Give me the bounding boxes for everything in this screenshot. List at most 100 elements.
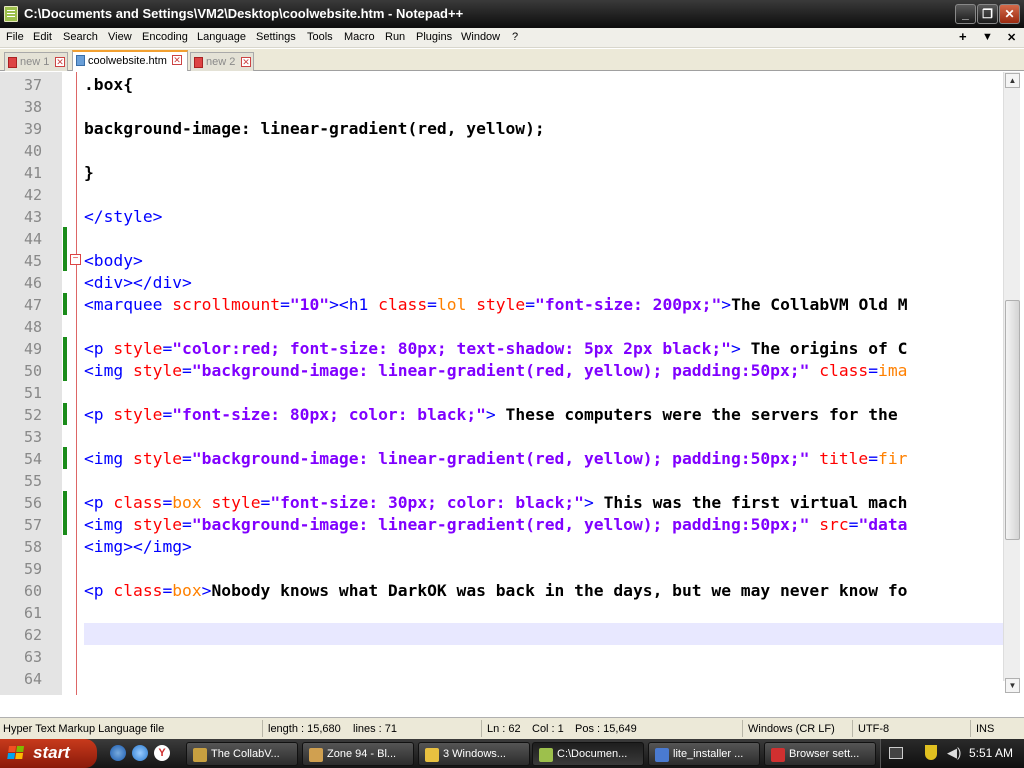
code-line[interactable]: 60 <p class=box>Nobody knows what DarkOK … — [0, 579, 1003, 601]
status-encoding: UTF-8 — [858, 723, 890, 735]
code-line[interactable]: 38 — [0, 95, 1003, 117]
code-line[interactable]: 40 — [0, 139, 1003, 161]
line-code[interactable]: .box{ — [84, 75, 133, 94]
menu-file[interactable]: File — [6, 31, 24, 43]
code-editor[interactable]: 37 .box{38 39 background-image: linear-grad… — [0, 72, 1024, 695]
line-code[interactable]: <img style="background-image: linear-gra… — [84, 449, 907, 468]
tab-coolwebsite[interactable]: coolwebsite.htm ✕ — [72, 50, 188, 71]
start-label: start — [33, 743, 70, 762]
line-code[interactable]: <p style="color:red; font-size: 80px; te… — [84, 339, 907, 358]
code-line[interactable]: 46 <div></div> — [0, 271, 1003, 293]
change-marker — [63, 293, 67, 315]
line-code[interactable]: </style> — [84, 207, 162, 226]
dropdown-icon[interactable]: ▼ — [982, 31, 993, 43]
menu-settings[interactable]: Settings — [256, 31, 296, 43]
line-code[interactable]: <p class=box>Nobody knows what DarkOK wa… — [84, 581, 907, 600]
code-line[interactable]: 54 <img style="background-image: linear-g… — [0, 447, 1003, 469]
current-line-highlight — [84, 623, 1003, 645]
taskbar-task[interactable]: 3 Windows... — [418, 742, 530, 766]
code-line[interactable]: 56 <p class=box style="font-size: 30px; c… — [0, 491, 1003, 513]
taskbar-task[interactable]: C:\Documen... — [532, 742, 644, 766]
scroll-down-arrow-icon[interactable]: ▼ — [1005, 678, 1020, 693]
menu-search[interactable]: Search — [63, 31, 98, 43]
menu-window[interactable]: Window — [461, 31, 500, 43]
tab-new-2[interactable]: new 2 ✕ — [190, 52, 254, 71]
line-code[interactable]: <p class=box style="font-size: 30px; col… — [84, 493, 907, 512]
code-line[interactable]: 64 — [0, 667, 1003, 689]
notepadpp-app-icon[interactable] — [4, 6, 18, 22]
code-line[interactable]: 57 <img style="background-image: linear-g… — [0, 513, 1003, 535]
line-code[interactable]: <body> — [84, 251, 143, 270]
line-code[interactable]: <img></img> — [84, 537, 192, 556]
code-lines[interactable]: 37 .box{38 39 background-image: linear-grad… — [0, 73, 1003, 689]
taskbar-task[interactable]: Browser sett... — [764, 742, 876, 766]
keyboard-icon[interactable] — [889, 747, 903, 759]
title-bar[interactable]: C:\Documents and Settings\VM2\Desktop\co… — [0, 0, 1024, 28]
new-document-icon[interactable]: + — [959, 29, 967, 44]
menu-language[interactable]: Language — [197, 31, 246, 43]
close-button[interactable]: ✕ — [999, 4, 1020, 24]
tab-new-1[interactable]: new 1 ✕ — [4, 52, 68, 71]
tab-bar: new 1 ✕ coolwebsite.htm ✕ new 2 ✕ — [0, 49, 1024, 71]
menu-view[interactable]: View — [108, 31, 132, 43]
quicklaunch-browser-icon[interactable] — [132, 745, 148, 761]
menu-macro[interactable]: Macro — [344, 31, 375, 43]
code-line[interactable]: 63 — [0, 645, 1003, 667]
volume-icon[interactable]: ◀) — [947, 745, 961, 761]
code-line[interactable]: 53 — [0, 425, 1003, 447]
menu-encoding[interactable]: Encoding — [142, 31, 188, 43]
taskbar-task[interactable]: The CollabV... — [186, 742, 298, 766]
line-code[interactable]: <img style="background-image: linear-gra… — [84, 515, 907, 534]
code-line[interactable]: 42 — [0, 183, 1003, 205]
security-shield-icon[interactable] — [925, 745, 937, 760]
code-line[interactable]: 44 — [0, 227, 1003, 249]
close-tab-icon[interactable]: ✕ — [172, 55, 182, 65]
vertical-scroll-thumb[interactable] — [1005, 300, 1020, 540]
line-number: 51 — [23, 384, 42, 402]
code-line[interactable]: 51 — [0, 381, 1003, 403]
menu-plugins[interactable]: Plugins — [416, 31, 452, 43]
line-code[interactable]: <marquee scrollmount="10"><h1 class=lol … — [84, 295, 908, 314]
yandex-browser-icon[interactable]: Y — [154, 745, 170, 761]
status-insert-mode: INS — [976, 723, 995, 735]
line-number: 56 — [23, 494, 42, 512]
line-number: 64 — [23, 670, 42, 688]
fold-toggle-icon[interactable]: − — [70, 254, 81, 265]
menu-tools[interactable]: Tools — [307, 31, 333, 43]
taskbar-task[interactable]: Zone 94 - Bl... — [302, 742, 414, 766]
line-code[interactable]: <img style="background-image: linear-gra… — [84, 361, 907, 380]
code-line[interactable]: 62 — [0, 623, 1003, 645]
line-code[interactable]: <p style="font-size: 80px; color: black;… — [84, 405, 898, 424]
code-line[interactable]: 48 — [0, 315, 1003, 337]
menu-help[interactable]: ? — [512, 31, 518, 43]
line-code[interactable]: } — [84, 163, 94, 182]
code-line[interactable]: 55 — [0, 469, 1003, 491]
code-line[interactable]: 58 <img></img> — [0, 535, 1003, 557]
line-code[interactable]: background-image: linear-gradient(red, y… — [84, 119, 545, 138]
start-button[interactable]: start — [0, 739, 97, 768]
menu-edit[interactable]: Edit — [33, 31, 52, 43]
taskbar-task[interactable]: lite_installer ... — [648, 742, 760, 766]
code-line[interactable]: 45 − <body> — [0, 249, 1003, 271]
internet-explorer-icon[interactable] — [110, 745, 126, 761]
code-line[interactable]: 39 background-image: linear-gradient(red,… — [0, 117, 1003, 139]
code-line[interactable]: 50 <img style="background-image: linear-g… — [0, 359, 1003, 381]
line-number: 62 — [23, 626, 42, 644]
close-document-icon[interactable]: ✕ — [1007, 31, 1016, 44]
code-line[interactable]: 59 — [0, 557, 1003, 579]
close-tab-icon[interactable]: ✕ — [241, 57, 251, 67]
code-line[interactable]: 52 <p style="font-size: 80px; color: blac… — [0, 403, 1003, 425]
code-line[interactable]: 47 <marquee scrollmount="10"><h1 class=lo… — [0, 293, 1003, 315]
close-tab-icon[interactable]: ✕ — [55, 57, 65, 67]
code-line[interactable]: 37 .box{ — [0, 73, 1003, 95]
vertical-scrollbar[interactable]: ▲ ▼ — [1003, 72, 1020, 693]
menu-run[interactable]: Run — [385, 31, 405, 43]
scroll-up-arrow-icon[interactable]: ▲ — [1005, 73, 1020, 88]
maximize-button[interactable]: ❐ — [977, 4, 998, 24]
minimize-button[interactable]: _ — [955, 4, 976, 24]
code-line[interactable]: 43 </style> — [0, 205, 1003, 227]
code-line[interactable]: 49 <p style="color:red; font-size: 80px; … — [0, 337, 1003, 359]
code-line[interactable]: 41} — [0, 161, 1003, 183]
code-line[interactable]: 61 — [0, 601, 1003, 623]
line-code[interactable]: <div></div> — [84, 273, 192, 292]
